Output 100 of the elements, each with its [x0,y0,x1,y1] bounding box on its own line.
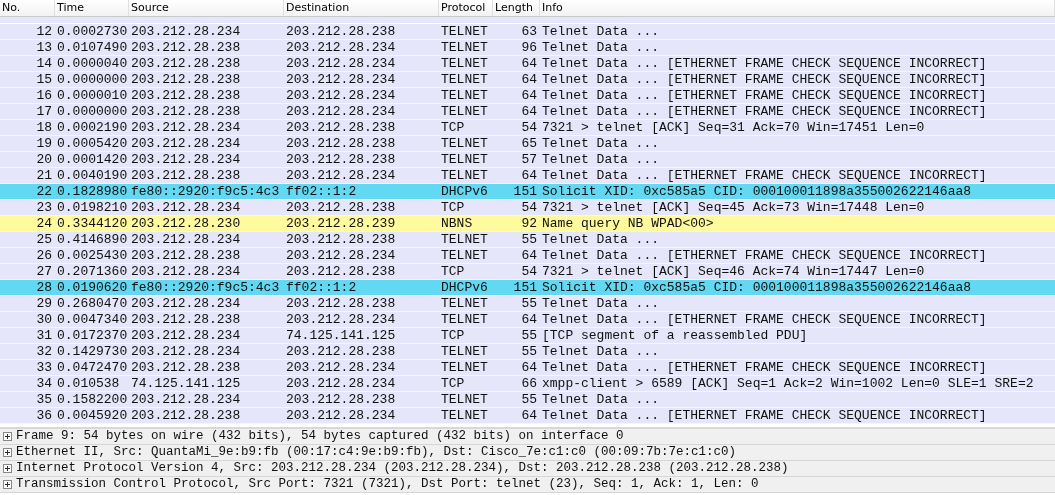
table-cell-text: TELNET [440,312,489,327]
table-cell-text: Telnet Data ... [541,136,661,151]
table-cell-text: 64 [520,248,538,263]
table-cell-text: TELNET [440,104,489,119]
table-cell-text: 31 [35,328,53,343]
packet-row[interactable]: 26 0.0025430 203.212.28.238 203.212.28.234 TELNET 64 Telnet Data ... [ETHERNET FRAME CHECK SEQUENCE INCORRECT] [0,248,1055,264]
packet-row[interactable]: 17 0.0000000 203.212.28.238 203.212.28.234 TELNET 64 Telnet Data ... [ETHERNET FRAME CHECK SEQUENCE INCORRECT] [0,104,1055,120]
packet-row[interactable]: 19 0.0005420 203.212.28.234 203.212.28.238 TELNET 65 Telnet Data ... [0,136,1055,152]
table-cell-text: 203.212.28.234 [285,104,397,119]
table-cell-text: 30 [35,312,53,327]
table-cell-text: 203.212.28.238 [130,72,242,87]
table-cell-text: Telnet Data ... [ETHERNET FRAME CHECK SEQUENCE INCORRECT] [541,312,988,327]
table-cell-text: 0.4146890 [56,232,129,247]
packet-row[interactable]: 27 0.2071360 203.212.28.234 203.212.28.238 TCP 54 7321 > telnet [ACK] Seq=46 Ack=74 Win=17447 Len=0 [0,264,1055,280]
packet-row[interactable]: 14 0.0000040 203.212.28.238 203.212.28.234 TELNET 64 Telnet Data ... [ETHERNET FRAME CHECK SEQUENCE INCORRECT] [0,56,1055,72]
packet-row[interactable]: 28 0.0190620 fe80::2920:f9c5:4c3 ff02::1:2 DHCPv6 151 Solicit XID: 0xc585a5 CID: 000100011898a355002622146aa8 [0,280,1055,296]
packet-row[interactable]: 32 0.1429730 203.212.28.234 203.212.28.238 TELNET 55 Telnet Data ... [0,344,1055,360]
packet-row[interactable]: 29 0.2680470 203.212.28.234 203.212.28.238 TELNET 55 Telnet Data ... [0,296,1055,312]
table-cell-text: 203.212.28.238 [285,232,397,247]
table-cell-text: DHCPv6 [440,184,489,199]
table-cell-text: Telnet Data ... [ETHERNET FRAME CHECK SEQUENCE INCORRECT] [541,72,988,87]
column-header-cell[interactable]: Info [540,0,1055,16]
column-header-cell[interactable]: No. [0,0,55,16]
table-cell-text: fe80::2920:f9c5:4c3 [130,184,281,199]
packet-row[interactable]: 31 0.0172370 203.212.28.234 74.125.141.125 TCP 55 [TCP segment of a reassembled PDU] [0,328,1055,344]
expand-icon[interactable] [3,448,12,457]
table-cell-text: 36 [35,408,53,423]
table-cell-text: Telnet Data ... [541,40,661,55]
table-cell-text: 0.0002190 [56,120,129,135]
table-cell-text: [TCP segment of a reassembled PDU] [541,328,809,343]
table-cell-text: 203.212.28.238 [130,360,242,375]
table-cell-text: 64 [520,88,538,103]
table-cell-text: TELNET [440,152,489,167]
table-cell-text: 0.0045920 [56,408,129,423]
table-cell-text: 34 [35,376,53,391]
table-cell-text: Telnet Data ... [ETHERNET FRAME CHECK SEQUENCE INCORRECT] [541,104,988,119]
table-cell-text: 54 [520,264,538,279]
table-cell-text: 0.1429730 [56,344,129,359]
table-cell-text: Telnet Data ... [ETHERNET FRAME CHECK SEQUENCE INCORRECT] [541,56,988,71]
packet-row[interactable]: 12 0.0002730 203.212.28.234 203.212.28.238 TELNET 63 Telnet Data ... [0,24,1055,40]
packet-row[interactable]: 16 0.0000010 203.212.28.238 203.212.28.234 TELNET 64 Telnet Data ... [ETHERNET FRAME CHECK SEQUENCE INCORRECT] [0,88,1055,104]
packet-row[interactable]: 24 0.3344120 203.212.28.230 203.212.28.239 NBNS 92 Name query NB WPAD<00> [0,216,1055,232]
column-header-cell[interactable]: Protocol [439,0,493,16]
table-cell-text: 203.212.28.238 [285,24,397,39]
table-cell-text: 203.212.28.234 [130,24,242,39]
table-cell-text: TCP [440,120,466,135]
table-cell-text: Telnet Data ... [ETHERNET FRAME CHECK SEQUENCE INCORRECT] [541,88,988,103]
table-cell-text: 27 [35,264,53,279]
column-header-cell[interactable]: Source [129,0,284,16]
table-cell-text: 0.0005420 [56,136,129,151]
packet-row[interactable]: 34 0.010538 74.125.141.125 203.212.28.234 TCP 66 xmpp-client > 6589 [ACK] Seq=1 Ack=2 Win=1002 Len=0 SLE=1 SRE=2 [0,376,1055,392]
packet-row[interactable]: 15 0.0000000 203.212.28.238 203.212.28.234 TELNET 64 Telnet Data ... [ETHERNET FRAME CHECK SEQUENCE INCORRECT] [0,72,1055,88]
column-header-cell[interactable]: Length [493,0,540,16]
expand-icon[interactable] [3,432,12,441]
table-cell-text: fe80::2920:f9c5:4c3 [130,280,281,295]
table-cell-text: 203.212.28.234 [130,392,242,407]
table-cell-text: Telnet Data ... [ETHERNET FRAME CHECK SEQUENCE INCORRECT] [541,360,988,375]
table-cell-text: TELNET [440,40,489,55]
packet-row[interactable]: 36 0.0045920 203.212.28.238 203.212.28.234 TELNET 64 Telnet Data ... [ETHERNET FRAME CHECK SEQUENCE INCORRECT] [0,408,1055,424]
table-cell-text: 203.212.28.238 [130,312,242,327]
detail-row[interactable]: Frame 9: 54 bytes on wire (432 bits), 54 bytes captured (432 bits) on interface 0 [0,429,1055,445]
detail-row[interactable]: Internet Protocol Version 4, Src: 203.212.28.234 (203.212.28.234), Dst: 203.212.28.238 (203.212.28.238) [0,461,1055,477]
column-header-cell[interactable]: Time [55,0,129,16]
detail-row[interactable]: Ethernet II, Src: QuantaMi_9e:b9:fb (00:17:c4:9e:b9:fb), Dst: Cisco_7e:c1:c0 (00:09:7b:7e:c1:c0) [0,445,1055,461]
table-cell-text: 0.0040190 [56,168,129,183]
packet-row[interactable]: 35 0.1582200 203.212.28.234 203.212.28.238 TELNET 55 Telnet Data ... [0,392,1055,408]
packet-row[interactable]: 25 0.4146890 203.212.28.234 203.212.28.238 TELNET 55 Telnet Data ... [0,232,1055,248]
table-cell-text: 65 [520,136,538,151]
table-cell-text: 203.212.28.234 [285,408,397,423]
column-header-cell[interactable]: Destination [284,0,439,16]
table-cell-text: 63 [520,24,538,39]
packet-row[interactable]: 23 0.0198210 203.212.28.234 203.212.28.238 TCP 54 7321 > telnet [ACK] Seq=45 Ack=73 Win=17448 Len=0 [0,200,1055,216]
packet-row[interactable]: 21 0.0040190 203.212.28.238 203.212.28.234 TELNET 64 Telnet Data ... [ETHERNET FRAME CHECK SEQUENCE INCORRECT] [0,168,1055,184]
packet-row[interactable]: 22 0.1828980 fe80::2920:f9c5:4c3 ff02::1:2 DHCPv6 151 Solicit XID: 0xc585a5 CID: 000100011898a355002622146aa8 [0,184,1055,200]
table-cell-text: 203.212.28.238 [285,344,397,359]
table-cell-text: 203.212.28.234 [130,120,242,135]
expand-icon[interactable] [3,464,12,473]
packet-row[interactable]: 30 0.0047340 203.212.28.238 203.212.28.234 TELNET 64 Telnet Data ... [ETHERNET FRAME CHECK SEQUENCE INCORRECT] [0,312,1055,328]
table-cell-text: 32 [35,344,53,359]
table-cell-text: 64 [520,72,538,87]
table-cell-text: 64 [520,168,538,183]
table-cell-text: 20 [35,152,53,167]
packet-row[interactable]: 20 0.0001420 203.212.28.234 203.212.28.238 TELNET 57 Telnet Data ... [0,152,1055,168]
packet-row[interactable]: 33 0.0472470 203.212.28.238 203.212.28.234 TELNET 64 Telnet Data ... [ETHERNET FRAME CHECK SEQUENCE INCORRECT] [0,360,1055,376]
expand-icon[interactable] [3,480,12,489]
table-cell-text: 0.0000000 [56,72,129,87]
table-cell-text: TCP [440,376,466,391]
table-cell-text: TELNET [440,392,489,407]
table-cell-text: 203.212.28.238 [285,264,397,279]
table-cell-text: 203.212.28.230 [130,216,242,231]
packet-row[interactable]: 18 0.0002190 203.212.28.234 203.212.28.238 TCP 54 7321 > telnet [ACK] Seq=31 Ack=70 Win=17451 Len=0 [0,120,1055,136]
table-cell-text: 64 [520,56,538,71]
table-cell-text: Telnet Data ... [541,24,661,39]
packet-row[interactable]: 13 0.0107490 203.212.28.238 203.212.28.234 TELNET 96 Telnet Data ... [0,40,1055,56]
table-cell-text: 0.0001420 [56,152,129,167]
table-cell-text: Telnet Data ... [541,392,661,407]
table-cell-text: 21 [35,168,53,183]
table-cell-text: 7321 > telnet [ACK] Seq=31 Ack=70 Win=17451 Len=0 [541,120,926,135]
table-cell-text: 203.212.28.238 [285,392,397,407]
detail-row[interactable]: Transmission Control Protocol, Src Port: 7321 (7321), Dst Port: telnet (23), Seq: 1, Ack: 1, Len: 0 [0,477,1055,493]
